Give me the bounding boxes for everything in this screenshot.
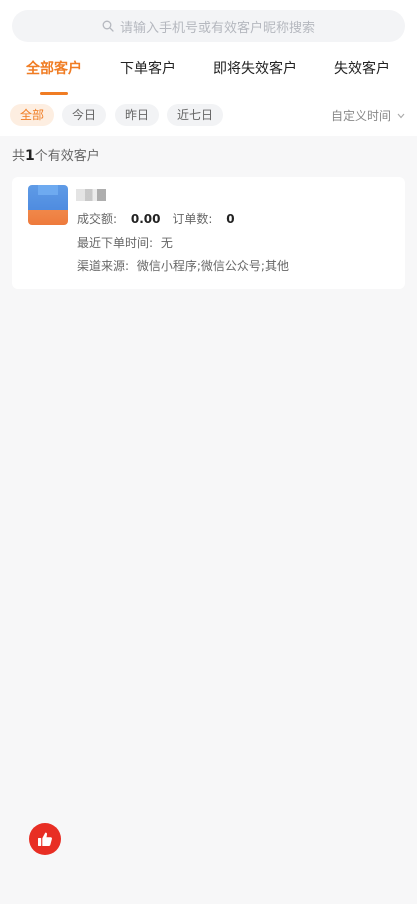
count-value: 1: [25, 148, 35, 164]
orders-label: 订单数:: [172, 212, 213, 226]
last-order-value: 无: [160, 236, 173, 250]
amount-label: 成交额:: [77, 212, 118, 226]
search-bar[interactable]: 请输入手机号或有效客户昵称搜索: [12, 10, 405, 42]
chevron-down-icon: [397, 113, 405, 118]
orders-value: 0: [226, 212, 235, 226]
active-tab-indicator: [40, 92, 68, 95]
filter-chip-today[interactable]: 今日: [62, 104, 107, 126]
filter-chip-last-seven-days[interactable]: 近七日: [167, 104, 224, 126]
last-order-label: 最近下单时间:: [77, 236, 154, 250]
count-suffix: 个有效客户: [34, 149, 100, 164]
filter-chip-all[interactable]: 全部: [10, 104, 55, 126]
header-panel: 请输入手机号或有效客户昵称搜索 全部客户 下单客户 即将失效客户 失效客户 全部…: [0, 0, 417, 136]
tab-expiring-customers[interactable]: 即将失效客户: [213, 58, 297, 78]
search-placeholder: 请输入手机号或有效客户昵称搜索: [119, 20, 315, 36]
customer-stats: 成交额: 0.00 订单数: 0: [77, 210, 235, 227]
custom-time-selector[interactable]: 自定义时间: [331, 107, 405, 124]
customer-name-redacted: [76, 189, 106, 201]
channel-value: 微信小程序;微信公众号;其他: [136, 259, 289, 273]
customer-tabs: 全部客户 下单客户 即将失效客户 失效客户: [0, 58, 417, 95]
search-icon: [102, 20, 114, 32]
tab-all-customers[interactable]: 全部客户: [26, 58, 82, 78]
tab-expired-customers[interactable]: 失效客户: [334, 58, 390, 78]
customer-count: 共1个有效客户: [12, 145, 100, 164]
thumbs-up-icon: [38, 832, 52, 846]
avatar: [28, 185, 68, 225]
customer-card[interactable]: 成交额: 0.00 订单数: 0 最近下单时间: 无 渠道来源: 微信小程序;微…: [12, 177, 405, 289]
custom-time-label: 自定义时间: [330, 109, 391, 123]
like-button[interactable]: [29, 823, 61, 855]
channel-row: 渠道来源: 微信小程序;微信公众号;其他: [77, 257, 289, 274]
last-order-row: 最近下单时间: 无: [77, 234, 173, 251]
filter-chip-yesterday[interactable]: 昨日: [115, 104, 160, 126]
channel-label: 渠道来源:: [77, 259, 130, 273]
amount-value: 0.00: [130, 212, 161, 226]
tab-ordered-customers[interactable]: 下单客户: [120, 58, 176, 78]
date-filters: 全部 今日 昨日 近七日 自定义时间: [0, 104, 417, 126]
count-prefix: 共: [12, 149, 26, 164]
